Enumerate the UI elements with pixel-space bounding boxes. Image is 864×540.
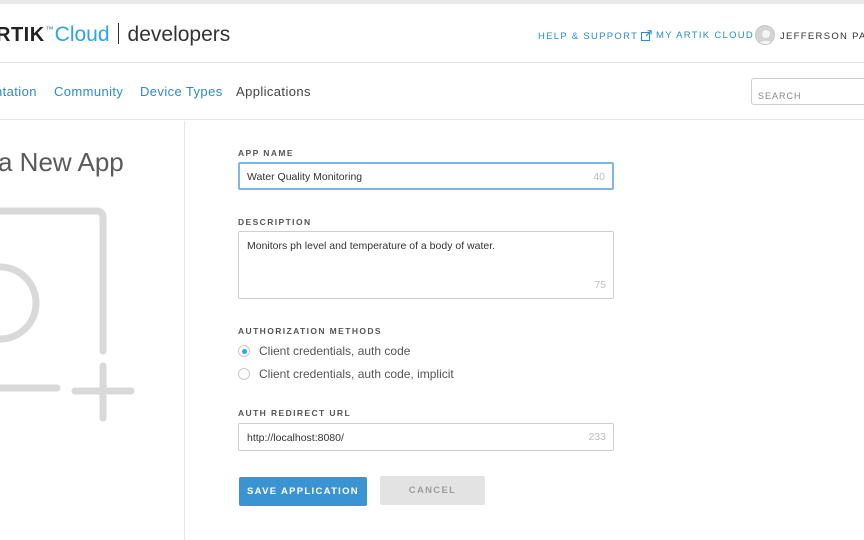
auth-option-implicit-label: Client credentials, auth code, implicit <box>259 367 454 381</box>
artik-cloud-logo[interactable]: RTIK™Cloud developers <box>0 23 230 53</box>
auth-methods-label: AUTHORIZATION METHODS <box>238 326 382 336</box>
save-application-button[interactable]: SAVE APPLICATION <box>239 477 367 506</box>
description-textarea[interactable]: Monitors ph level and temperature of a b… <box>238 231 614 299</box>
app-name-label: APP NAME <box>238 148 294 158</box>
nav-documentation[interactable]: ntation <box>0 84 37 99</box>
logo-product: Cloud <box>54 23 110 46</box>
nav-community[interactable]: Community <box>54 84 123 99</box>
description-char-count: 75 <box>594 279 606 291</box>
app-name-value: Water Quality Monitoring <box>247 171 363 183</box>
logo-section: developers <box>127 23 231 46</box>
cancel-button[interactable]: CANCEL <box>380 476 485 505</box>
search-input[interactable] <box>751 78 864 105</box>
redirect-url-char-count: 233 <box>588 431 606 443</box>
description-value: Monitors ph level and temperature of a b… <box>247 240 496 252</box>
redirect-url-value: http://localhost:8080/ <box>247 432 344 444</box>
my-artik-cloud-label: MY ARTIK CLOUD <box>656 30 755 41</box>
radio-auth-code[interactable] <box>238 345 250 357</box>
secondary-nav: ntation Community Device Types Applicati… <box>0 64 864 120</box>
user-avatar-icon[interactable] <box>755 25 775 45</box>
my-artik-cloud-link[interactable]: MY ARTIK CLOUD <box>641 30 754 41</box>
logo-trademark: ™ <box>45 25 54 34</box>
site-header: RTIK™Cloud developers HELP & SUPPORT MY A… <box>0 4 864 63</box>
radio-implicit[interactable] <box>238 368 250 380</box>
redirect-url-input[interactable]: http://localhost:8080/ 233 <box>238 423 614 451</box>
left-panel: a New App <box>0 121 185 540</box>
auth-option-implicit[interactable]: Client credentials, auth code, implicit <box>238 367 454 381</box>
redirect-url-label: AUTH REDIRECT URL <box>238 408 352 418</box>
user-name[interactable]: JEFFERSON PARE <box>780 31 864 42</box>
help-support-link[interactable]: HELP & SUPPORT <box>538 31 638 42</box>
add-app-illustration <box>0 207 135 422</box>
nav-applications[interactable]: Applications <box>236 84 311 99</box>
logo-divider <box>117 23 119 44</box>
app-name-input[interactable]: Water Quality Monitoring 40 <box>238 162 614 190</box>
nav-device-types[interactable]: Device Types <box>140 84 223 99</box>
auth-option-auth-code-label: Client credentials, auth code <box>259 344 411 358</box>
page-title: a New App <box>0 147 124 177</box>
external-link-icon <box>641 30 652 41</box>
app-name-char-count: 40 <box>593 171 605 183</box>
auth-option-auth-code[interactable]: Client credentials, auth code <box>238 344 410 358</box>
description-label: DESCRIPTION <box>238 217 312 227</box>
logo-brand: RTIK <box>0 24 45 46</box>
